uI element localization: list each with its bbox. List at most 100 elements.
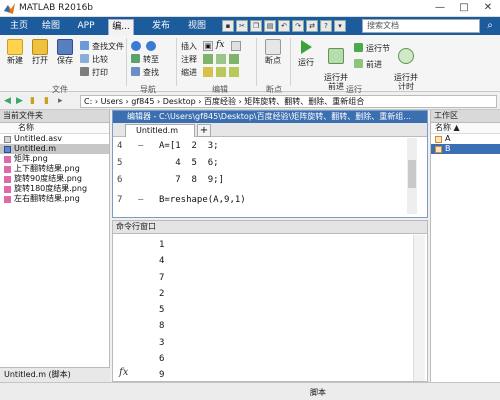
comment-button[interactable]: 注释 [181,54,197,65]
code-line[interactable]: 4 5 6; [159,158,218,168]
wrap-comment-icon[interactable] [229,54,239,64]
file-item[interactable]: 上下翻转结果.png [0,164,109,174]
close-button[interactable]: ✕ [476,0,500,17]
quick-help-icon[interactable]: ? [320,20,332,32]
run-time-label: 运行并 计时 [394,73,418,91]
uncomment-icon[interactable] [216,54,226,64]
maximize-button[interactable]: □ [452,0,476,17]
command-scrollbar[interactable] [413,235,425,381]
search-docs-input[interactable]: 搜索文档 [362,19,480,33]
png-file-icon [4,156,11,163]
command-window[interactable]: 命令行窗口 1 4 7 2 5 8 3 6 9 fx [112,220,428,382]
png-file-icon [4,176,11,183]
variable-item[interactable]: A [431,134,500,144]
code-line[interactable]: B=reshape(A,9,1) [159,195,246,205]
up-folder-icon[interactable]: ▮ [30,96,35,106]
ribbon-separator [256,38,257,86]
path-field[interactable]: C: › Users › gf845 › Desktop › 百度经验 › 矩阵… [80,95,497,108]
code-line[interactable]: 7 8 9;] [159,175,224,185]
file-name: Untitled.asv [14,134,62,143]
find-button[interactable]: 查找 [131,67,159,78]
find-files-button[interactable]: 查找文件 [80,41,124,52]
variable-name: A [445,134,451,143]
quick-redo-icon[interactable]: ↷ [292,20,304,32]
forward-icon[interactable]: ▶ [16,96,23,106]
path-menu-icon[interactable]: ▸ [58,96,63,106]
print-button[interactable]: 打印 [80,67,108,78]
new-button[interactable]: 新建 [4,39,26,66]
file-item[interactable]: Untitled.m [0,144,109,154]
quick-save-icon[interactable]: ▪ [222,20,234,32]
run-button[interactable]: 运行 [294,39,318,68]
variable-item[interactable]: B [431,144,500,154]
breakpoints-button[interactable]: 断点 [262,39,284,66]
save-button[interactable]: 保存 [54,39,76,66]
command-window-title: 命令行窗口 [113,221,427,234]
goto-button[interactable]: 转至 [131,54,159,65]
smart-indent-icon[interactable] [203,67,213,77]
output-value: 3 [159,337,165,348]
code-line[interactable]: A=[1 2 3; [159,141,219,151]
quick-cut-icon[interactable]: ✂ [236,20,248,32]
file-item[interactable]: 旋转180度结果.png [0,184,109,194]
quick-copy-icon[interactable]: ❐ [250,20,262,32]
run-section-button[interactable]: 运行节 [354,43,390,54]
window-title: MATLAB R2016b [19,3,94,13]
breakpoint-dash[interactable]: — [138,141,143,151]
file-item[interactable]: Untitled.asv [0,134,109,144]
browse-folder-icon[interactable]: ▮ [44,96,49,106]
editor-scrollbar[interactable] [407,138,417,214]
back-nav-icon[interactable] [131,41,141,51]
tab-view[interactable]: 视图 [184,19,210,35]
quick-switch-icon[interactable]: ⇄ [306,20,318,32]
name-column-header[interactable]: 名称 [0,123,109,134]
editor-title: 编辑器 - C:\Users\gf845\Desktop\百度经验\矩阵旋转、翻… [113,111,427,123]
png-file-icon [4,166,11,173]
insert-function-icon[interactable]: fx [216,40,224,50]
run-label: 运行 [298,58,314,67]
back-icon[interactable]: ◀ [4,96,11,106]
search-icon[interactable]: ⌕ [482,19,498,33]
save-label: 保存 [57,56,73,65]
quick-undo-icon[interactable]: ↶ [278,20,290,32]
tab-apps[interactable]: APP [72,19,100,35]
quick-expand-icon[interactable]: ▾ [334,20,346,32]
workspace-name-column[interactable]: 名称 ▲ [431,123,500,134]
insert-section-icon[interactable] [231,41,241,51]
insert-fx-icon[interactable]: ▣ [203,41,213,51]
breakpoint-dash[interactable]: — [138,195,143,205]
new-tab-button[interactable]: + [197,124,211,137]
open-button[interactable]: 打开 [29,39,51,66]
matrix-variable-icon [435,136,442,143]
file-item[interactable]: 左右翻转结果.png [0,194,109,204]
indent-right-icon[interactable] [216,67,226,77]
tab-home[interactable]: 主页 [6,19,32,35]
insert-button[interactable]: 插入 [181,41,197,52]
tab-untitled-m[interactable]: Untitled.m [125,124,195,137]
run-time-button[interactable]: 运行并 计时 [392,39,420,100]
tab-publish[interactable]: 发布 [148,19,174,35]
compare-icon [80,54,89,63]
indent-left-icon[interactable] [229,67,239,77]
goto-label: 转至 [143,55,159,64]
print-icon [80,67,89,76]
file-item[interactable]: 矩阵.png [0,154,109,164]
compare-button[interactable]: 比较 [80,54,108,65]
m-file-icon [4,146,11,153]
scrollbar-thumb[interactable] [408,160,416,188]
fx-prompt-icon[interactable]: fx [119,367,128,378]
tab-editor[interactable]: 编... [108,19,134,35]
save-icon [57,39,73,55]
run-section-icon [354,43,363,52]
comment-icon[interactable] [203,54,213,64]
file-item[interactable]: 旋转90度结果.png [0,174,109,184]
file-name: 左右翻转结果.png [14,194,80,203]
advance-button[interactable]: 前进 [354,59,382,70]
tab-plots[interactable]: 绘图 [38,19,64,35]
minimize-button[interactable]: — [428,0,452,17]
forward-nav-icon[interactable] [146,41,156,51]
workspace-header: 工作区 [431,110,500,123]
quick-paste-icon[interactable]: ▤ [264,20,276,32]
indent-button[interactable]: 缩进 [181,67,197,78]
code-area[interactable]: 4 — A=[1 2 3; 5 4 5 6; 6 7 8 9;] 7 — B=r… [113,137,427,217]
